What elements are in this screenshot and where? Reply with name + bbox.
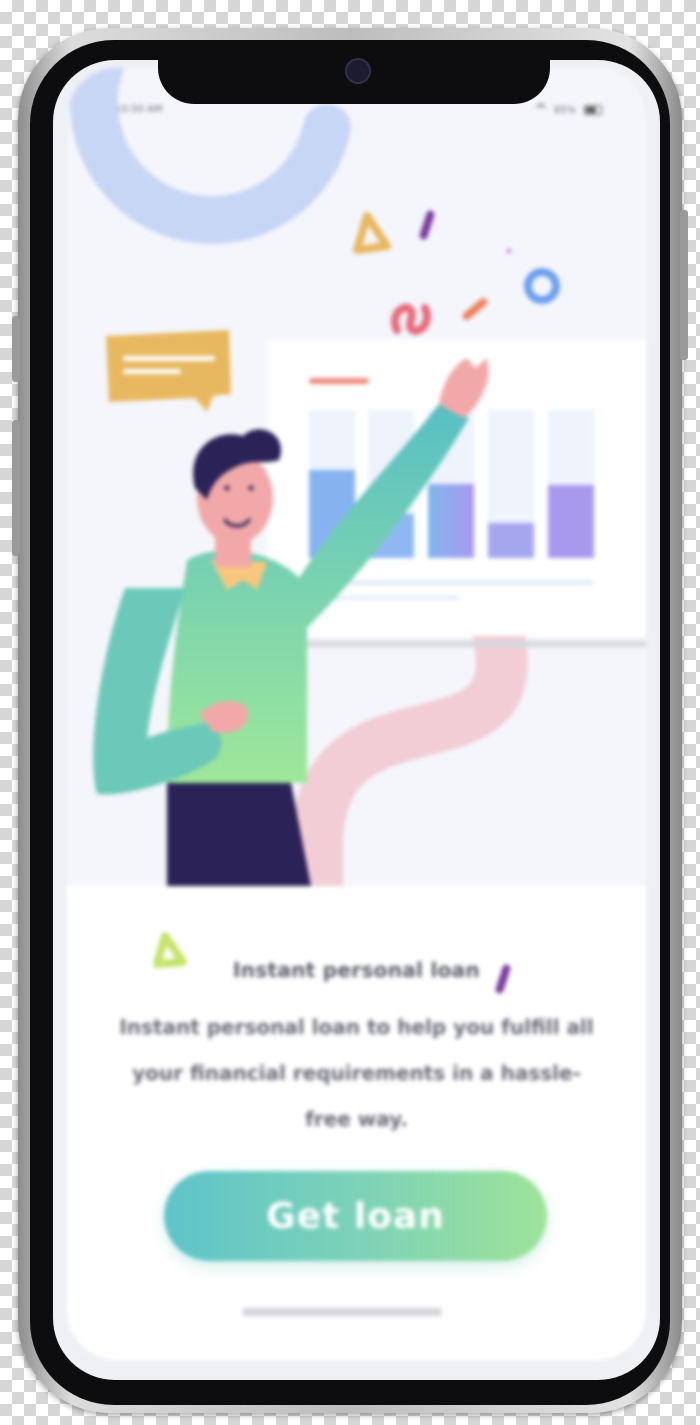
onboarding-description: Instant personal loan to help you fulfil…: [119, 1015, 594, 1131]
home-indicator[interactable]: [242, 1308, 442, 1316]
onboarding-card: Instant personal loan Instant personal l…: [67, 886, 646, 1360]
volume-down-button: [12, 420, 20, 556]
onboarding-title: Instant personal loan: [233, 958, 480, 982]
power-button: [680, 210, 688, 360]
camera-icon: [345, 58, 371, 84]
phone-screen: 10:50 AM 85% Instant personal loan Insta…: [53, 60, 660, 1380]
volume-up-button: [12, 316, 20, 382]
speech-bubble-illustration: [106, 330, 231, 412]
app-screen: 10:50 AM 85% Instant personal loan Insta…: [67, 68, 646, 1360]
decor-squiggle: [291, 602, 528, 886]
get-loan-button[interactable]: Get loan: [164, 1171, 547, 1261]
hero-illustration: [69, 68, 646, 886]
decor-confetti: [353, 210, 560, 335]
card-decorations: [153, 932, 511, 994]
